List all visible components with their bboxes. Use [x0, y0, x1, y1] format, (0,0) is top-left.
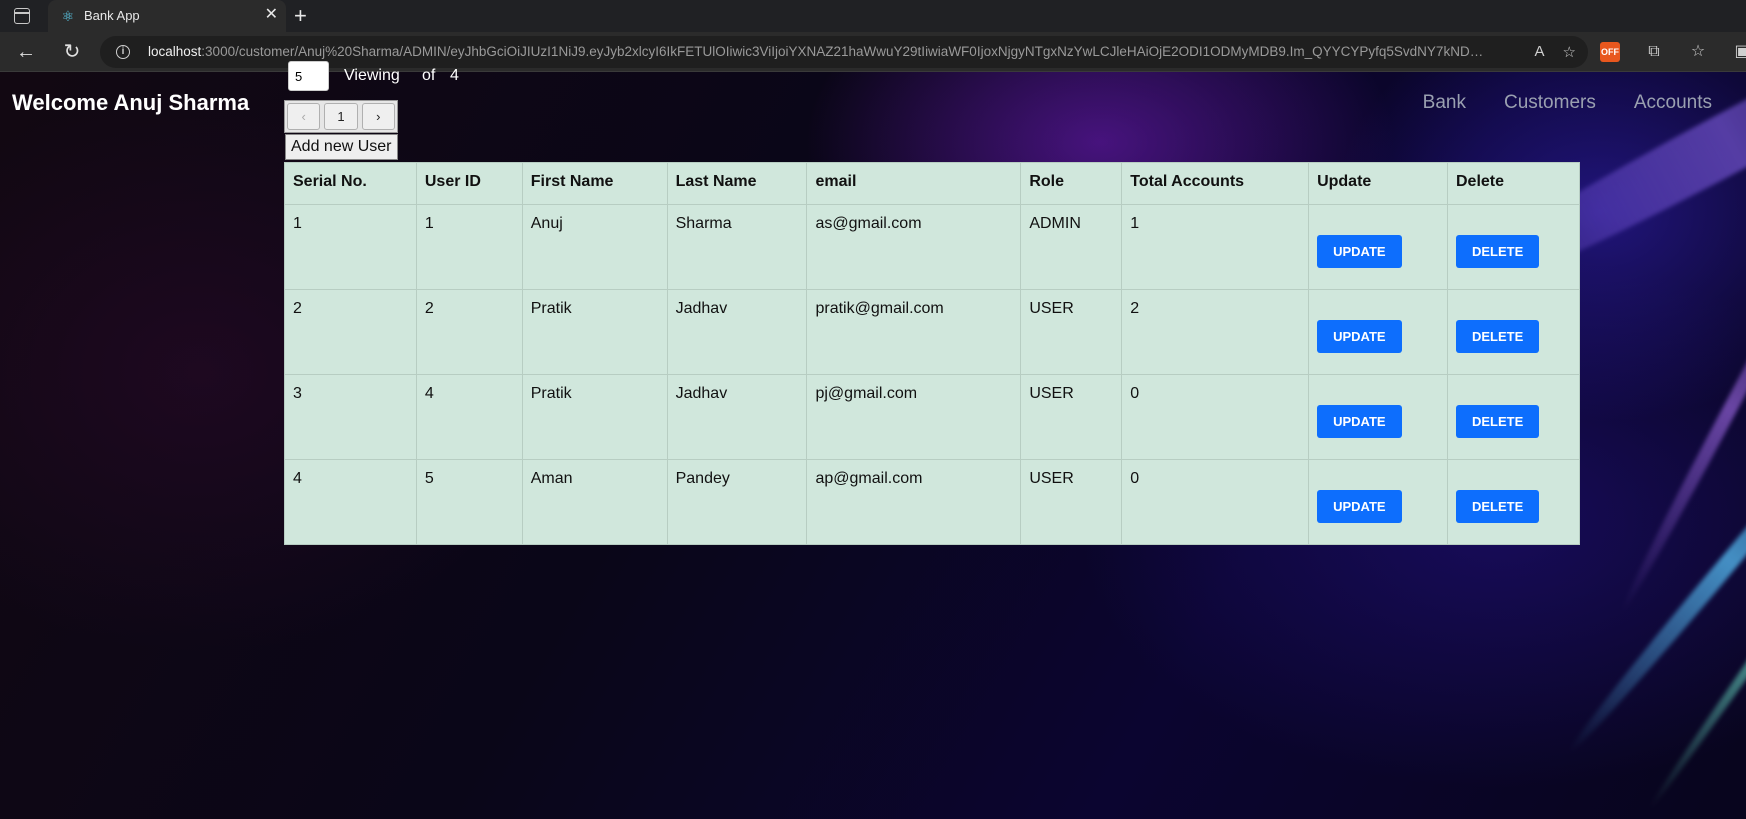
- table-row: 2 2 Pratik Jadhav pratik@gmail.com USER …: [284, 289, 1580, 375]
- info-icon[interactable]: i: [116, 45, 130, 59]
- delete-button[interactable]: DELETE: [1456, 320, 1540, 353]
- page-1-button[interactable]: 1: [324, 103, 358, 130]
- pagination-control: ‹ 1 ›: [284, 100, 398, 133]
- cell-first-name: Pratik: [521, 289, 668, 375]
- cell-email: as@gmail.com: [806, 204, 1022, 290]
- cell-role: USER: [1020, 374, 1123, 460]
- update-button[interactable]: UPDATE: [1317, 320, 1402, 353]
- cell-user-id: 1: [415, 204, 523, 290]
- cell-email: ap@gmail.com: [806, 459, 1022, 545]
- tab-title: Bank App: [84, 8, 140, 23]
- delete-button[interactable]: DELETE: [1456, 405, 1540, 438]
- cell-first-name: Aman: [521, 459, 668, 545]
- total-count: 4: [450, 67, 459, 84]
- tab-actions-icon[interactable]: [14, 8, 30, 24]
- browser-addressbar: ← ↻ i localhost:3000/customer/Anuj%20Sha…: [0, 32, 1746, 72]
- cell-serial: 4: [284, 459, 417, 545]
- refresh-icon[interactable]: ↻: [60, 40, 84, 64]
- cell-delete: DELETE: [1447, 289, 1580, 375]
- close-tab-icon[interactable]: ✕: [265, 6, 278, 24]
- cell-last-name: Jadhav: [666, 374, 808, 460]
- users-table: Serial No. User ID First Name Last Name …: [284, 162, 1580, 545]
- new-tab-icon[interactable]: +: [294, 4, 307, 28]
- col-delete: Delete: [1447, 162, 1580, 205]
- add-favorite-icon[interactable]: ☆: [1563, 43, 1576, 61]
- cell-last-name: Jadhav: [666, 289, 808, 375]
- top-nav: Bank Customers Accounts: [1423, 92, 1712, 114]
- cell-role: USER: [1020, 459, 1123, 545]
- nav-accounts[interactable]: Accounts: [1634, 92, 1712, 114]
- react-icon: ⚛: [61, 8, 75, 24]
- url-text[interactable]: localhost:3000/customer/Anuj%20Sharma/AD…: [148, 44, 1488, 59]
- cell-user-id: 5: [415, 459, 523, 545]
- col-email: email: [806, 162, 1022, 205]
- read-aloud-icon[interactable]: A: [1535, 43, 1545, 61]
- cell-delete: DELETE: [1447, 374, 1580, 460]
- cell-first-name: Pratik: [521, 374, 668, 460]
- table-row: 4 5 Aman Pandey ap@gmail.com USER 0 UPDA…: [284, 459, 1580, 545]
- cell-last-name: Pandey: [666, 459, 808, 545]
- delete-button[interactable]: DELETE: [1456, 235, 1540, 268]
- cell-email: pratik@gmail.com: [806, 289, 1022, 375]
- extensions-puzzle-icon[interactable]: ⧉: [1644, 42, 1664, 62]
- page-size-input[interactable]: [288, 61, 329, 91]
- collections-icon[interactable]: ▣: [1732, 42, 1746, 62]
- cell-serial: 1: [284, 204, 417, 290]
- viewing-label: Viewing: [344, 67, 400, 84]
- cell-update: UPDATE: [1308, 374, 1448, 460]
- browser-tabbar: ⚛ Bank App ✕ +: [0, 0, 1746, 32]
- cell-update: UPDATE: [1308, 204, 1448, 290]
- cell-serial: 3: [284, 374, 417, 460]
- cell-total-accounts: 2: [1121, 289, 1310, 375]
- of-label: of: [422, 67, 436, 84]
- col-serial: Serial No.: [284, 162, 417, 205]
- cell-update: UPDATE: [1308, 289, 1448, 375]
- col-total-accounts: Total Accounts: [1121, 162, 1310, 205]
- col-user-id: User ID: [415, 162, 523, 205]
- cell-last-name: Sharma: [666, 204, 808, 290]
- cell-total-accounts: 1: [1121, 204, 1310, 290]
- col-first-name: First Name: [521, 162, 668, 205]
- nav-bank[interactable]: Bank: [1423, 92, 1466, 114]
- cell-user-id: 4: [415, 374, 523, 460]
- extension-icon[interactable]: OFF: [1600, 42, 1620, 62]
- update-button[interactable]: UPDATE: [1317, 405, 1402, 438]
- back-icon[interactable]: ←: [14, 40, 38, 64]
- favorites-icon[interactable]: ☆: [1688, 42, 1708, 62]
- cell-email: pj@gmail.com: [806, 374, 1022, 460]
- cell-role: ADMIN: [1020, 204, 1123, 290]
- prev-page-button[interactable]: ‹: [287, 103, 321, 130]
- cell-delete: DELETE: [1447, 204, 1580, 290]
- cell-first-name: Anuj: [521, 204, 668, 290]
- cell-delete: DELETE: [1447, 459, 1580, 545]
- table-header-row: Serial No. User ID First Name Last Name …: [284, 162, 1580, 205]
- update-button[interactable]: UPDATE: [1317, 490, 1402, 523]
- next-page-button[interactable]: ›: [361, 103, 395, 130]
- cell-total-accounts: 0: [1121, 374, 1310, 460]
- cell-update: UPDATE: [1308, 459, 1448, 545]
- table-row: 3 4 Pratik Jadhav pj@gmail.com USER 0 UP…: [284, 374, 1580, 460]
- col-update: Update: [1308, 162, 1448, 205]
- cell-serial: 2: [284, 289, 417, 375]
- table-row: 1 1 Anuj Sharma as@gmail.com ADMIN 1 UPD…: [284, 204, 1580, 290]
- cell-total-accounts: 0: [1121, 459, 1310, 545]
- col-last-name: Last Name: [666, 162, 808, 205]
- nav-customers[interactable]: Customers: [1504, 92, 1596, 114]
- update-button[interactable]: UPDATE: [1317, 235, 1402, 268]
- cell-role: USER: [1020, 289, 1123, 375]
- tab-bank-app[interactable]: ⚛ Bank App ✕: [48, 0, 286, 32]
- add-new-user-button[interactable]: Add new User: [285, 134, 398, 160]
- welcome-title: Welcome Anuj Sharma: [12, 90, 250, 115]
- cell-user-id: 2: [415, 289, 523, 375]
- delete-button[interactable]: DELETE: [1456, 490, 1540, 523]
- col-role: Role: [1020, 162, 1123, 205]
